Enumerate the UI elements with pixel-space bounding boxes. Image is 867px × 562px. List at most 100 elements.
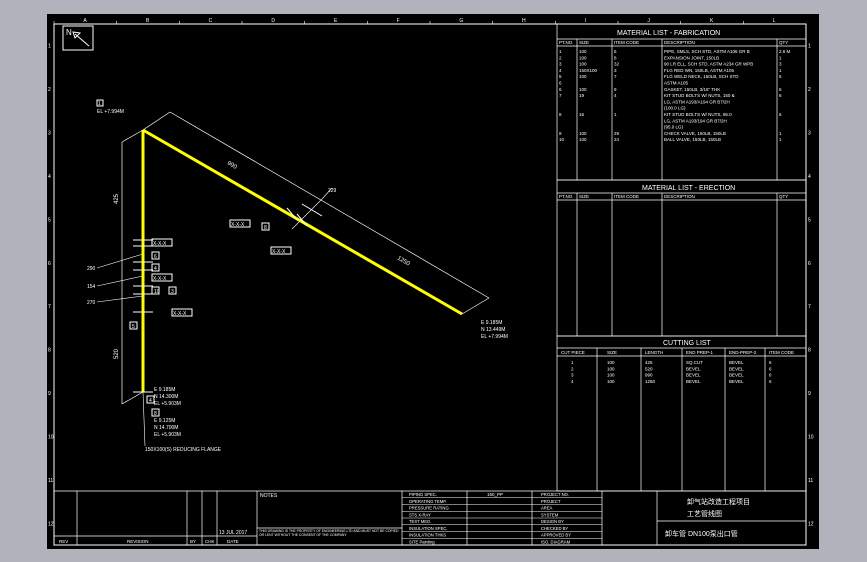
fab-cell: 6 [779,87,782,92]
erection-header: PT.NO. [559,194,574,199]
fab-cell: 1 [779,131,782,136]
spec-label: INSULATION THKS [409,533,446,538]
row-mark: 11 [808,478,813,484]
cutting-cell: 990 [645,373,653,378]
cutting-header: SIZE [607,350,617,355]
row-mark: 12 [808,521,814,527]
bottom-northing-1: N 14.300M [154,394,178,400]
cutting-cell: 6 [769,379,772,384]
fab-cell: 1 [779,68,782,73]
project-label: PROJECT [541,499,561,504]
project-label: ISO. DIAGRAM [541,539,571,544]
dim-425: 425 [114,193,120,204]
fab-cell: 5 [559,74,562,79]
fabrication-title: MATERIAL LIST - FABRICATION [617,30,720,37]
column-mark: K [710,18,714,24]
spec-label: PRESSURE RATING [409,506,449,511]
row-mark: 1 [808,44,811,50]
cutting-cell: BEVEL [729,373,744,378]
fab-cell: 100 [579,74,587,79]
fab-cell: 7 [559,93,562,98]
fab-cell: EXPANSION JOINT, 150LB [664,55,719,60]
row-mark: 10 [48,434,54,440]
cutting-cell: 6 [769,373,772,378]
bubble-2: 6 [154,254,157,260]
fab-cell: 3 [779,62,782,67]
revision-header: REVISION [127,539,149,544]
material-erection-table [556,179,807,337]
project-label: AREA [541,506,553,511]
cutting-cell: 2 [571,366,574,371]
fab-cell: 6 [559,81,562,86]
reducing-flange-note: 150X100(S) REDUCING FLANGE [145,447,222,453]
row-mark: 6 [48,261,51,267]
project-label: CHECKED BY [541,526,568,531]
dim-270: 270 [87,300,96,306]
cutting-header: ITEM CODE [769,350,794,355]
cutting-cell: 100 [607,366,615,371]
fab-cell: 3 [614,68,617,73]
cutting-cell: BEVEL [686,373,701,378]
spec-label: STS X-RAY [409,512,431,517]
erection-title: MATERIAL LIST - ERECTION [642,185,735,192]
north-label: N [66,28,72,37]
footer-cn: 卸车管 DN100泵出口管 [665,529,738,538]
bubble-group: 8 6 4 10 3 8 4 5 [129,222,270,417]
fab-cell: 100 [579,49,587,54]
fab-cell: CHECK VALVE, 150LB, 150LB [664,131,726,136]
drawing-sheet: ABCDEFGHIJKL 1 1 2 2 3 3 4 4 5 5 6 6 7 7 8 8 9 9 10 10 11 11 1… [47,14,819,549]
fab-cell: 24 [614,137,620,142]
cutting-header: CUT PIECE [561,350,585,355]
fab-cell: 100 [579,137,587,142]
bottom-elevation-2: EL +5.903M [154,432,181,438]
column-mark: L [773,18,776,24]
row-mark: 4 [48,174,51,180]
fab-cell: 1 [779,55,782,60]
row-mark: 8 [808,348,811,354]
spec-label: TEST MED. [409,519,431,524]
fab-cell: GASKET, 150LB, 3/16" THK [664,87,720,92]
cutting-cell: BEVEL [729,360,744,365]
fab-cell: LG, ASTM A193/194 GR B7/2H [664,118,727,123]
fab-cell: 2 [559,55,562,60]
cutting-cell: BEVEL [729,366,744,371]
column-mark: C [209,18,213,24]
tag-1: X-X-X [231,222,245,228]
fab-cell: KIT STUD BOLTS W/ NUTS, 95.0 [664,112,732,117]
fab-cell: 6 [779,74,782,79]
row-mark: 9 [808,391,811,397]
row-mark: 1 [48,44,51,50]
dim-229: 229 [328,188,337,194]
company-name-cn: 卸气站改造工程项目 [687,497,750,506]
cutting-header: LENGTH [645,350,663,355]
fab-header: ITEM CODE [614,40,639,45]
tag-2: X-X-X [272,249,286,255]
tag-4: X-X-X [153,276,167,282]
cutting-cell: 100 [607,373,615,378]
row-mark: 11 [48,478,53,484]
row-mark: 7 [48,304,51,310]
row-mark: 3 [808,131,811,137]
fab-cell: 7 [614,74,617,79]
spec-label: INSULATION SPEC. [409,526,448,531]
top-elevation: EL +7.994M [97,109,124,115]
project-label: APPROVED BY [541,533,571,538]
revision-headers: REV REVISION BY CHK DATE [59,539,239,544]
bubble-5: 3 [171,289,174,295]
top-flag: 1 [98,101,101,107]
row-mark: 3 [48,131,51,137]
revision-date: 13 JUL 2017 [219,530,247,536]
dim-990: 990 [226,161,238,172]
row-mark: 5 [808,217,811,223]
cutting-headers: CUT PIECE SIZE LENGTH END PREP-1 END-PREP-2 I… [561,350,794,355]
disclaimer: THIS DRAWING IS THE PROPERTY OF ENGINEER… [259,529,399,538]
column-mark: B [146,18,150,24]
fab-cell: 100 [579,62,587,67]
cutting-cell: 4 [571,379,574,384]
dim-290: 290 [87,266,96,272]
project-label: SYSTEM [541,512,559,517]
fab-cell: 1 [559,49,562,54]
fab-cell: 29 [614,131,620,136]
fab-cell: 6 [779,93,782,98]
fab-header: DESCRIPTION [664,40,695,45]
